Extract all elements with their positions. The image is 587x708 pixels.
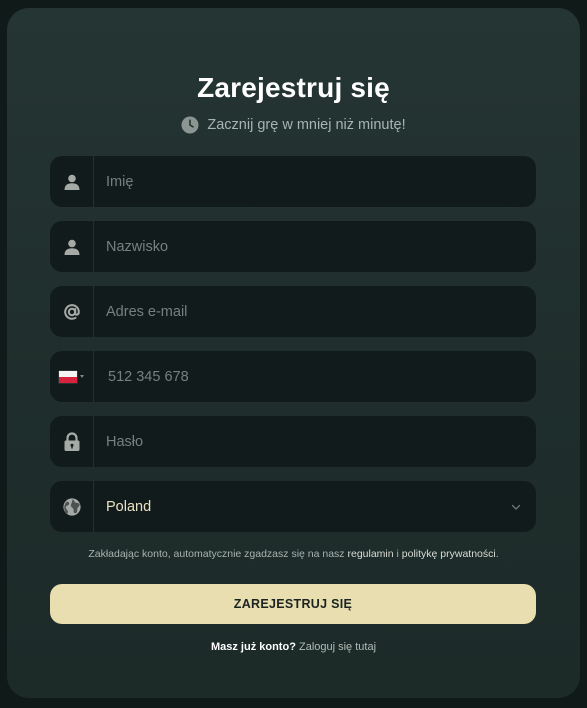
lock-icon-cell bbox=[50, 416, 94, 467]
phone-field[interactable] bbox=[50, 350, 536, 403]
terms-link[interactable]: regulamin bbox=[347, 548, 393, 560]
user-icon-cell bbox=[50, 221, 94, 272]
at-icon-cell bbox=[50, 286, 94, 337]
phone-input[interactable] bbox=[94, 350, 536, 403]
terms-text: Zakładając konto, automatycznie zgadzasz… bbox=[7, 548, 580, 560]
login-link[interactable]: Zaloguj się tutaj bbox=[299, 641, 376, 653]
globe-icon bbox=[62, 497, 81, 516]
privacy-link[interactable]: politykę prywatności bbox=[402, 548, 496, 560]
email-input[interactable] bbox=[94, 285, 536, 338]
last-name-input[interactable] bbox=[94, 220, 536, 273]
user-icon-cell bbox=[50, 156, 94, 207]
caret-down-icon bbox=[80, 375, 84, 378]
country-code-picker[interactable] bbox=[50, 351, 94, 402]
flag-pl-icon bbox=[59, 370, 77, 383]
first-name-input[interactable] bbox=[94, 155, 536, 208]
password-input[interactable] bbox=[94, 415, 536, 468]
globe-icon-cell bbox=[50, 481, 94, 532]
clock-icon bbox=[181, 116, 199, 134]
first-name-field[interactable] bbox=[50, 155, 536, 208]
register-button[interactable]: ZAREJESTRUJ SIĘ bbox=[50, 584, 536, 624]
page-title: Zarejestruj się bbox=[197, 72, 390, 103]
at-icon bbox=[63, 303, 80, 320]
chevron-down-icon bbox=[511, 504, 521, 510]
terms-middle: i bbox=[393, 548, 402, 560]
user-icon bbox=[64, 239, 79, 255]
last-name-field[interactable] bbox=[50, 220, 536, 273]
subtitle-text: Zacznij grę w mniej niż minutę! bbox=[207, 117, 406, 133]
lock-icon bbox=[64, 431, 79, 451]
country-select[interactable]: Poland bbox=[50, 481, 536, 532]
terms-suffix: . bbox=[495, 548, 499, 560]
subtitle: Zacznij grę w mniej niż minutę! bbox=[7, 116, 580, 134]
terms-prefix: Zakładając konto, automatycznie zgadzasz… bbox=[88, 548, 348, 560]
login-prompt: Masz już konto? Zaloguj się tutaj bbox=[7, 641, 580, 653]
country-select-value: Poland bbox=[106, 498, 152, 515]
user-icon bbox=[64, 174, 79, 190]
register-modal: Zarejestruj się Zacznij grę w mniej niż … bbox=[7, 8, 580, 698]
password-field[interactable] bbox=[50, 415, 536, 468]
login-question: Masz już konto? bbox=[210, 641, 296, 653]
email-field[interactable] bbox=[50, 285, 536, 338]
